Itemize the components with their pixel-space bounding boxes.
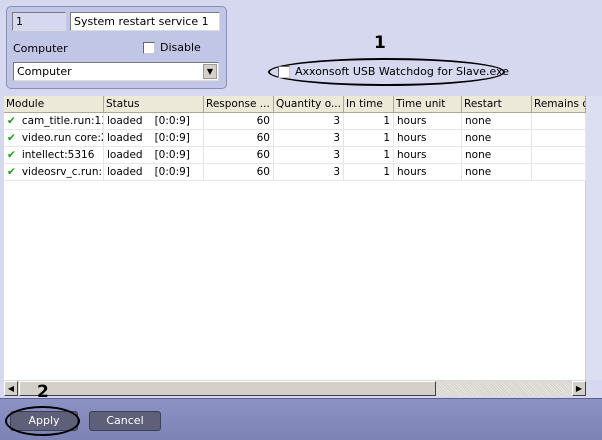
computer-label: Computer (13, 42, 68, 55)
check-icon: ✔ (7, 132, 16, 144)
cell-status[interactable]: loaded [0:0:9] (104, 164, 204, 181)
cell-remains[interactable] (532, 130, 586, 147)
column-header[interactable]: Status (104, 96, 204, 113)
cell-quantity[interactable]: 3 (274, 164, 344, 181)
cell-module[interactable]: ✔ cam_title.run:13 (4, 113, 104, 130)
column-header[interactable]: In time (344, 96, 394, 113)
column-header[interactable]: Module (4, 96, 104, 113)
cell-quantity[interactable]: 3 (274, 113, 344, 130)
status-range: [0:0:9] (154, 149, 190, 161)
check-icon: ✔ (7, 166, 16, 178)
cell-restart[interactable]: none (462, 147, 532, 164)
status-text: loaded (107, 166, 143, 178)
table-side-area (586, 96, 602, 380)
computer-select-value: Computer (17, 65, 72, 78)
disable-label: Disable (160, 41, 201, 54)
cell-in-time[interactable]: 1 (344, 164, 394, 181)
cell-remains[interactable] (532, 164, 586, 181)
column-header[interactable]: Time unit (394, 96, 462, 113)
cell-unit[interactable]: hours (394, 147, 462, 164)
module-name: videosrv_c.run: (21, 166, 103, 178)
cancel-button[interactable]: Cancel (89, 411, 161, 431)
service-name-field[interactable]: System restart service 1 (70, 12, 220, 31)
modules-table: Module Status Response ... Quantity o... In … (4, 96, 586, 380)
cell-status[interactable]: loaded [0:0:9] (104, 147, 204, 164)
status-text: loaded (107, 149, 143, 161)
cell-unit[interactable]: hours (394, 113, 462, 130)
service-id-field[interactable]: 1 (12, 12, 66, 31)
cell-response[interactable]: 60 (204, 147, 274, 164)
computer-select[interactable]: Computer ▼ (13, 62, 219, 81)
chevron-down-icon[interactable]: ▼ (203, 64, 217, 79)
module-name: cam_title.run:13 (21, 115, 104, 127)
callout-1: 1 (374, 33, 386, 53)
highlight-ellipse-apply (5, 406, 80, 436)
horizontal-scrollbar[interactable]: ◀ ▶ (4, 381, 586, 396)
scroll-right-icon[interactable]: ▶ (572, 381, 586, 396)
cell-unit[interactable]: hours (394, 130, 462, 147)
column-header[interactable]: Response ... (204, 96, 274, 113)
scroll-left-icon[interactable]: ◀ (4, 381, 18, 396)
module-name: intellect:5316 (21, 149, 95, 161)
check-icon: ✔ (7, 115, 16, 127)
cell-in-time[interactable]: 1 (344, 147, 394, 164)
watchdog-checkbox[interactable] (278, 66, 290, 78)
cell-module[interactable]: ✔ intellect:5316 (4, 147, 104, 164)
check-icon: ✔ (7, 149, 16, 161)
callout-2: 2 (37, 382, 49, 402)
scrollbar-track[interactable] (436, 381, 572, 396)
cell-remains[interactable] (532, 113, 586, 130)
status-range: [0:0:9] (154, 115, 190, 127)
scrollbar-thumb[interactable] (19, 381, 436, 396)
cell-module[interactable]: ✔ videosrv_c.run: (4, 164, 104, 181)
watchdog-label: Axxonsoft USB Watchdog for Slave.exe (295, 65, 510, 78)
column-header[interactable]: Remains o (532, 96, 586, 113)
cell-unit[interactable]: hours (394, 164, 462, 181)
status-text: loaded (107, 115, 143, 127)
cell-response[interactable]: 60 (204, 130, 274, 147)
column-header[interactable]: Restart (462, 96, 532, 113)
cell-in-time[interactable]: 1 (344, 130, 394, 147)
cell-quantity[interactable]: 3 (274, 147, 344, 164)
column-header[interactable]: Quantity o... (274, 96, 344, 113)
status-range: [0:0:9] (154, 166, 190, 178)
status-text: loaded (107, 132, 143, 144)
cell-restart[interactable]: none (462, 164, 532, 181)
status-range: [0:0:9] (154, 132, 190, 144)
bottom-bar: Apply Cancel (0, 398, 602, 440)
module-name: video.run core:2 (21, 132, 104, 144)
cell-module[interactable]: ✔ video.run core:2 (4, 130, 104, 147)
cell-in-time[interactable]: 1 (344, 113, 394, 130)
cell-quantity[interactable]: 3 (274, 130, 344, 147)
cell-status[interactable]: loaded [0:0:9] (104, 130, 204, 147)
cell-status[interactable]: loaded [0:0:9] (104, 113, 204, 130)
cell-restart[interactable]: none (462, 130, 532, 147)
cell-response[interactable]: 60 (204, 164, 274, 181)
disable-checkbox[interactable] (143, 42, 155, 54)
cell-restart[interactable]: none (462, 113, 532, 130)
cell-remains[interactable] (532, 147, 586, 164)
cell-response[interactable]: 60 (204, 113, 274, 130)
